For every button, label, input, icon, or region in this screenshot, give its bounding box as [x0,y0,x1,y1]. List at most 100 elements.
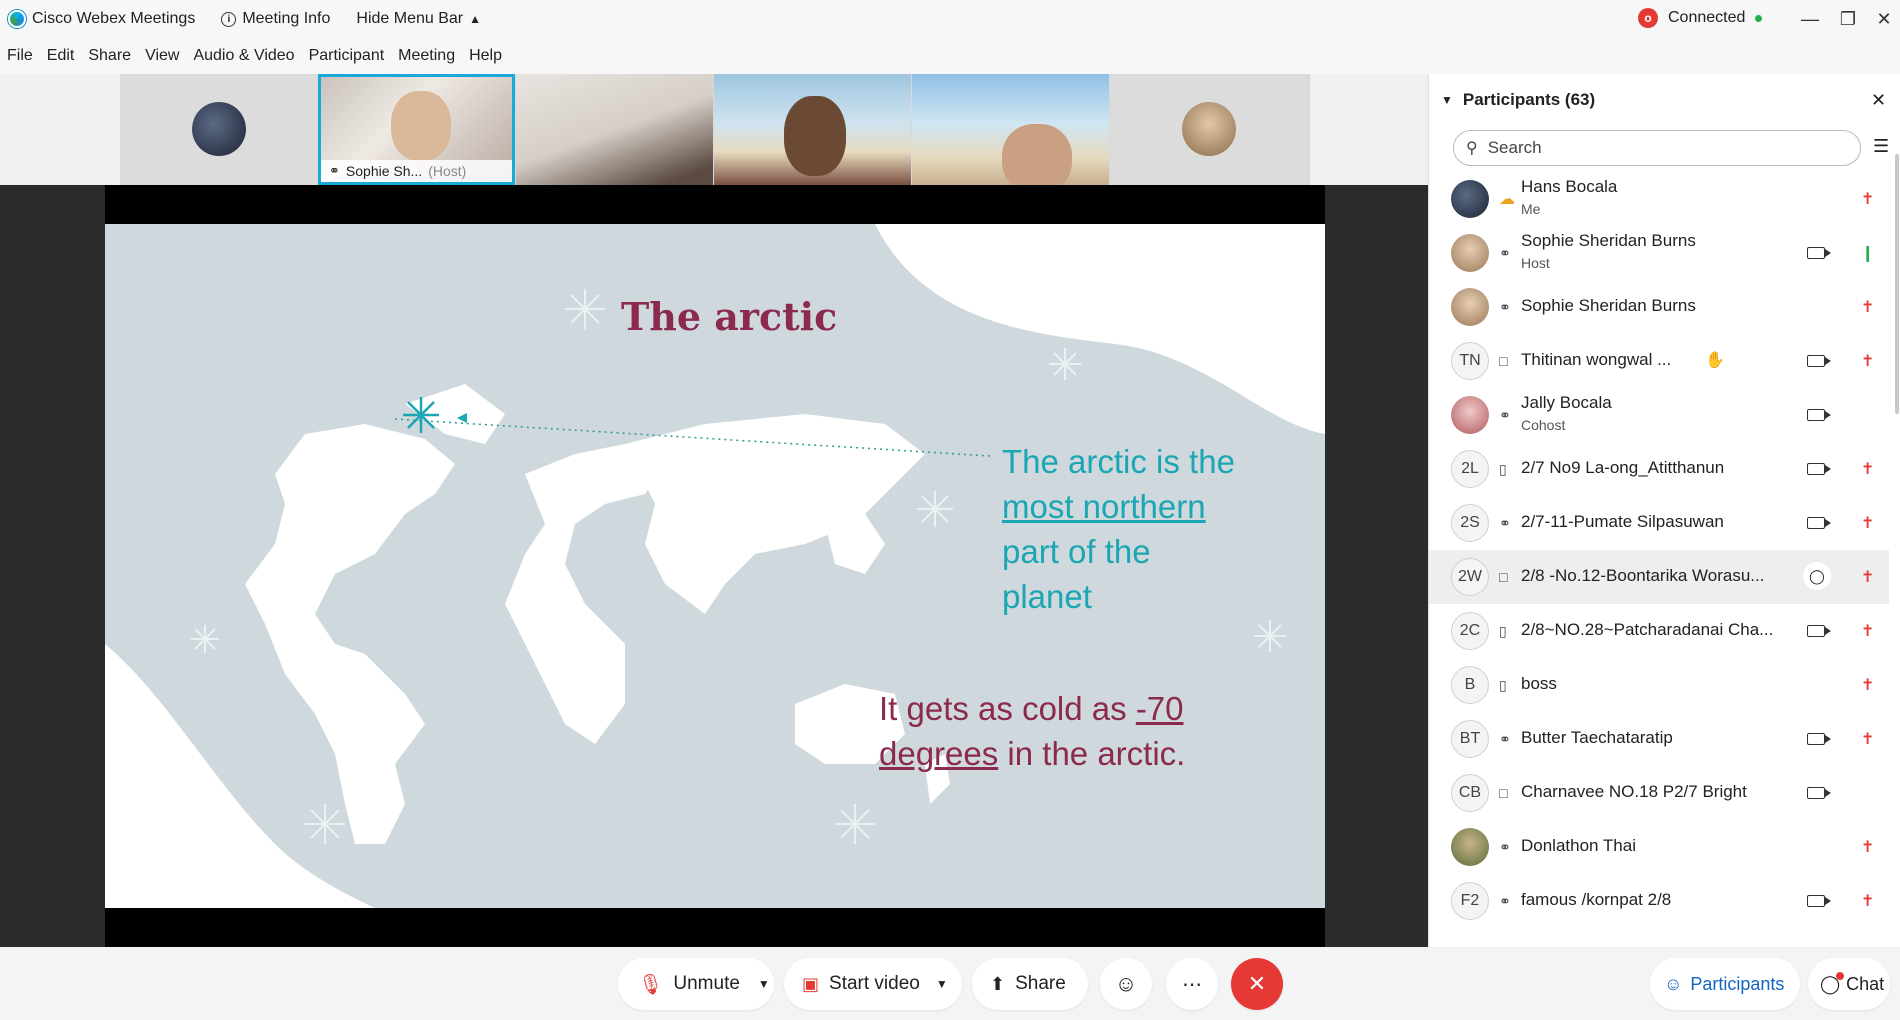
mobile-icon: ▯ [1499,622,1507,639]
audio-connected-icon: ☁ [1499,191,1515,208]
avatar [1451,288,1489,326]
unmute-label: Unmute [673,973,740,994]
video-icon[interactable] [1807,463,1831,475]
menu-meeting[interactable]: Meeting [398,47,455,65]
collapse-chevron-icon[interactable]: ▼ [1441,93,1453,107]
video-feed [391,91,451,161]
video-thumb-hans[interactable] [120,74,317,185]
mic-muted-icon[interactable]: ✝ [1861,621,1874,641]
participant-row[interactable]: 2L ▯ 2/7 No9 La-ong_Atitthanun ✝ [1429,442,1889,496]
close-icon: ✕ [1247,971,1267,996]
shared-content-area: The arctic The arctic is the most northe… [0,185,1428,947]
headset-icon: ⚭ [1499,298,1511,315]
unmute-button[interactable]: 🎙 Unmute ▼ [618,958,774,1010]
active-speaker-label: ⚭ Sophie Sh... (Host) [321,160,512,182]
mic-muted-icon[interactable]: ✝ [1861,837,1874,857]
mic-muted-icon[interactable]: ✝ [1861,459,1874,479]
active-speaker-name: Sophie Sh... [345,163,423,179]
video-off-icon: ▣ [802,973,820,994]
headset-icon: ⚭ [1499,514,1511,531]
restore-button[interactable]: ❐ [1830,4,1866,34]
participant-role: Me [1521,201,1541,217]
info-icon: i [221,11,237,27]
chat-bubble-icon[interactable]: ◯ [1803,562,1831,590]
video-icon[interactable] [1807,355,1831,367]
participant-name: 2/8~NO.28~Patcharadanai Cha... [1521,620,1774,639]
participant-row[interactable]: ⚭ Donlathon Thai ✝ [1429,820,1889,874]
participant-role: Cohost [1521,417,1566,433]
mic-muted-icon[interactable]: ✝ [1861,297,1874,317]
menu-help[interactable]: Help [469,47,502,65]
video-icon[interactable] [1807,247,1831,259]
participant-row[interactable]: ⚭ Sophie Sheridan Burns Host ❙ [1429,226,1889,280]
mic-muted-icon[interactable]: ✝ [1861,891,1874,911]
chevron-down-icon[interactable]: ▼ [936,977,948,991]
participant-row[interactable]: F2 ⚭ famous /kornpat 2/8 ✝ [1429,874,1889,928]
start-video-button[interactable]: ▣ Start video ▼ [784,958,962,1010]
sort-button[interactable]: ☰ [1873,136,1889,157]
participant-row[interactable]: B ▯ boss ✝ [1429,658,1889,712]
menu-view[interactable]: View [145,47,179,65]
video-feed [784,96,846,176]
mic-muted-icon[interactable]: ✝ [1861,729,1874,749]
mic-muted-icon[interactable]: ✝ [1861,351,1874,371]
close-panel-button[interactable]: ✕ [1871,90,1886,111]
video-icon[interactable] [1807,733,1831,745]
mic-active-icon[interactable]: ❙ [1861,243,1874,263]
search-placeholder: Search [1487,138,1542,157]
video-thumb-participant-6[interactable] [1110,74,1307,185]
end-meeting-button[interactable]: ✕ [1231,958,1283,1010]
headset-icon: ⚭ [1499,892,1511,909]
participant-search-input[interactable]: ⚲ Search [1453,130,1861,166]
video-icon[interactable] [1807,409,1831,421]
meeting-info-button[interactable]: i Meeting Info [221,10,330,28]
chat-tab-button[interactable]: ◯ Chat [1808,958,1890,1010]
chevron-down-icon[interactable]: ▼ [758,977,770,991]
participant-row[interactable]: 2C ▯ 2/8~NO.28~Patcharadanai Cha... ✝ [1429,604,1889,658]
more-options-button[interactable]: ⋯ [1166,958,1218,1010]
participants-scrollbar[interactable] [1895,154,1899,414]
share-label: Share [1015,973,1066,994]
video-thumb-participant-3[interactable] [516,74,713,185]
mic-muted-icon[interactable]: ✝ [1861,189,1874,209]
share-button[interactable]: ⬆ Share [972,958,1088,1010]
connection-status: o Connected [1638,8,1763,28]
participant-row[interactable]: ☁ Hans Bocala Me ✝ [1429,172,1889,226]
participant-row[interactable]: CB □ Charnavee NO.18 P2/7 Bright [1429,766,1889,820]
participant-row[interactable]: BT ⚭ Butter Taechataratip ✝ [1429,712,1889,766]
participant-role: Host [1521,255,1550,271]
app-title: Cisco Webex Meetings [8,10,195,28]
close-window-button[interactable]: ✕ [1866,4,1900,34]
video-thumb-participant-4[interactable] [714,74,911,185]
participant-row[interactable]: ⚭ Jally Bocala Cohost [1429,388,1889,442]
mic-muted-icon[interactable]: ✝ [1861,675,1874,695]
menu-participant[interactable]: Participant [309,47,385,65]
raised-hand-icon: ✋ [1705,352,1725,369]
participant-row-hovered[interactable]: 2W □ 2/8 -No.12-Boontarika Worasu... ◯ ✝ [1429,550,1889,604]
video-thumb-participant-5[interactable] [912,74,1109,185]
participant-row[interactable]: TN □ Thitinan wongwal ... ✋ ✝ [1429,334,1889,388]
menu-audio-video[interactable]: Audio & Video [193,47,294,65]
avatar [1182,102,1236,156]
video-icon[interactable] [1807,625,1831,637]
video-icon[interactable] [1807,895,1831,907]
menu-share[interactable]: Share [88,47,131,65]
mic-muted-icon[interactable]: ✝ [1861,567,1874,587]
menu-file[interactable]: File [7,47,33,65]
video-thumb-sophie-active[interactable]: ⚭ Sophie Sh... (Host) [318,74,515,185]
headset-icon: ⚭ [1499,838,1511,855]
hide-menu-bar-button[interactable]: Hide Menu Bar ▲ [356,10,481,28]
participant-row[interactable]: 2S ⚭ 2/7-11-Pumate Silpasuwan ✝ [1429,496,1889,550]
video-filmstrip: ⚭ Sophie Sh... (Host) [120,74,1310,185]
participants-tab-button[interactable]: ☺ Participants [1650,958,1800,1010]
menu-edit[interactable]: Edit [47,47,75,65]
video-icon[interactable] [1807,517,1831,529]
mic-muted-icon[interactable]: ✝ [1861,513,1874,533]
hide-menu-label: Hide Menu Bar [356,10,464,27]
participant-row[interactable]: ⚭ Sophie Sheridan Burns ✝ [1429,280,1889,334]
reactions-button[interactable]: ☺ [1100,958,1152,1010]
unread-badge [1836,971,1845,980]
chevron-up-icon: ▲ [469,12,481,26]
minimize-button[interactable]: — [1792,4,1828,34]
video-icon[interactable] [1807,787,1831,799]
